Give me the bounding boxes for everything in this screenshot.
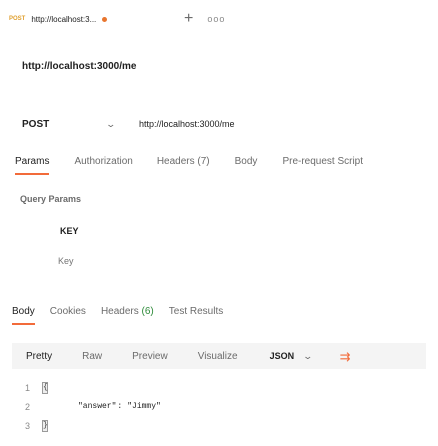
request-tabs: Params Authorization Headers (7) Body Pr…: [0, 156, 438, 182]
response-headers-label: Headers: [100, 306, 139, 317]
tab-method-label: POST: [9, 16, 26, 22]
format-select[interactable]: JSON ⌄: [269, 350, 314, 362]
tab-params[interactable]: Params: [15, 156, 50, 175]
line-number: 1: [24, 382, 30, 393]
tab-authorization[interactable]: Authorization: [74, 156, 132, 175]
line-number: 2: [24, 401, 30, 412]
response-body-editor[interactable]: 1 { 2 "answer" : "Jimmy" 3 }: [12, 378, 426, 435]
view-preview[interactable]: Preview: [132, 351, 168, 362]
request-tab-bar: POST http://localhost:3... + ooo: [0, 0, 438, 38]
chevron-down-icon: ⌄: [105, 118, 117, 129]
response-tabs: Body Cookies Headers (6) Test Results: [0, 306, 438, 328]
response-tab-test-results[interactable]: Test Results: [169, 306, 223, 325]
param-key-input[interactable]: [58, 256, 258, 266]
new-tab-plus-icon[interactable]: +: [184, 11, 193, 27]
request-tab[interactable]: POST http://localhost:3...: [0, 4, 170, 34]
json-value: "Jimmy": [127, 402, 161, 411]
view-raw[interactable]: Raw: [82, 351, 102, 362]
more-tabs-ellipsis-icon[interactable]: ooo: [207, 14, 225, 24]
code-line: 2 "answer" : "Jimmy": [12, 397, 426, 416]
url-bar: POST ⌄: [12, 110, 426, 138]
method-label: POST: [22, 118, 50, 130]
response-tab-cookies[interactable]: Cookies: [50, 306, 86, 325]
code-line: 1 {: [12, 378, 426, 397]
query-params-label: Query Params: [20, 194, 82, 204]
tab-body[interactable]: Body: [235, 156, 258, 175]
response-tab-headers[interactable]: Headers (6): [101, 306, 154, 325]
unsaved-dot-icon: [102, 16, 108, 22]
key-column-header: KEY: [60, 226, 79, 236]
close-brace: }: [42, 419, 48, 432]
response-headers-count: (6): [141, 306, 154, 317]
view-visualize[interactable]: Visualize: [198, 351, 238, 362]
response-view-bar: Pretty Raw Preview Visualize JSON ⌄ ⇉: [12, 343, 426, 369]
wrap-lines-icon[interactable]: ⇉: [340, 350, 351, 363]
json-separator: :: [117, 402, 123, 411]
response-tab-body[interactable]: Body: [12, 306, 35, 325]
json-key: "answer": [78, 402, 117, 411]
tab-headers[interactable]: Headers (7): [157, 156, 210, 175]
view-pretty[interactable]: Pretty: [26, 351, 52, 362]
code-line: 3 }: [12, 416, 426, 435]
tab-url-label: http://localhost:3...: [31, 14, 97, 24]
method-select[interactable]: POST ⌄: [12, 110, 127, 138]
chevron-down-icon: ⌄: [302, 350, 314, 361]
format-label: JSON: [269, 351, 295, 361]
tab-pre-request-script[interactable]: Pre-request Script: [282, 156, 363, 175]
open-brace: {: [42, 381, 48, 394]
line-number: 3: [24, 420, 30, 431]
url-input[interactable]: [127, 110, 426, 138]
request-title: http://localhost:3000/me: [22, 61, 137, 72]
